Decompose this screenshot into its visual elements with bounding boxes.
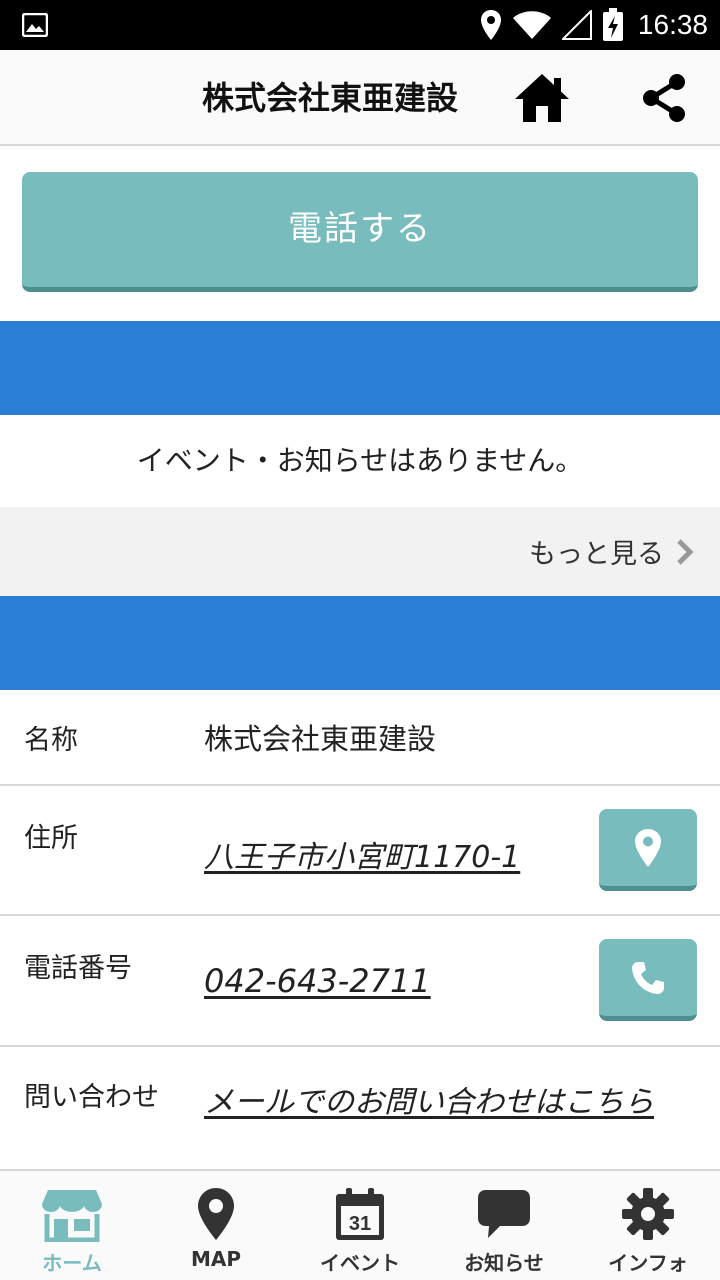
info-label: 名称 bbox=[24, 725, 78, 756]
gallery-notification-icon bbox=[22, 13, 48, 37]
nav-label: イベント bbox=[320, 1251, 400, 1275]
call-phone-button[interactable] bbox=[599, 939, 697, 1021]
company-name: 株式会社東亜建設 bbox=[204, 722, 437, 756]
calendar-day: 31 bbox=[349, 1213, 371, 1235]
event-empty-message: イベント・お知らせはありません。 bbox=[136, 444, 584, 477]
info-label: 住所 bbox=[24, 823, 78, 854]
status-bar: 16:38 bbox=[0, 0, 720, 50]
home-button[interactable] bbox=[510, 66, 574, 130]
info-label: 電話番号 bbox=[24, 953, 132, 984]
phone-link[interactable]: 042-643-2711 bbox=[204, 962, 431, 1000]
info-label: 問い合わせ bbox=[24, 1082, 159, 1113]
see-more-link[interactable]: もっと見る bbox=[529, 507, 694, 596]
nav-item-event[interactable]: 31 イベント bbox=[288, 1171, 432, 1280]
share-icon bbox=[643, 74, 685, 122]
nav-item-map[interactable]: MAP bbox=[144, 1171, 288, 1280]
nav-item-info[interactable]: インフォ bbox=[576, 1171, 720, 1280]
map-pin-icon bbox=[198, 1188, 234, 1240]
home-icon bbox=[515, 74, 569, 122]
email-contact-link[interactable]: メールでのお問い合わせはこちら bbox=[204, 1077, 654, 1121]
section-header-band bbox=[0, 596, 720, 690]
call-button[interactable]: 電話する bbox=[22, 172, 698, 292]
info-row-contact: 問い合わせ メールでのお問い合わせはこちら bbox=[0, 1047, 720, 1169]
open-map-button[interactable] bbox=[599, 809, 697, 891]
info-row-name: 名称 株式会社東亜建設 bbox=[0, 690, 720, 786]
battery-charging-icon bbox=[602, 8, 623, 41]
wifi-icon bbox=[512, 11, 551, 39]
address-link[interactable]: 八王子市小宮町1170-1 bbox=[204, 832, 520, 876]
status-time: 16:38 bbox=[637, 9, 708, 40]
nav-label: ホーム bbox=[42, 1251, 102, 1275]
section-header-band bbox=[0, 321, 720, 415]
location-icon bbox=[480, 10, 501, 40]
nav-label: お知らせ bbox=[464, 1251, 544, 1275]
nav-label: MAP bbox=[190, 1247, 242, 1271]
see-more-label: もっと見る bbox=[529, 539, 664, 570]
shop-icon bbox=[42, 1190, 102, 1242]
map-pin-icon bbox=[635, 828, 661, 867]
nav-item-news[interactable]: お知らせ bbox=[432, 1171, 576, 1280]
nav-item-home[interactable]: ホーム bbox=[0, 1171, 144, 1280]
bottom-nav: ホーム MAP 31 イベント お知らせ インフォ bbox=[0, 1169, 720, 1280]
chevron-right-icon bbox=[677, 538, 694, 565]
gear-icon bbox=[622, 1188, 674, 1240]
page-title: 株式会社東亜建設 bbox=[201, 79, 458, 117]
app-bar: 株式会社東亜建設 bbox=[0, 50, 720, 146]
cell-signal-icon bbox=[561, 10, 592, 40]
more-row: もっと見る bbox=[0, 507, 720, 596]
calendar-icon: 31 bbox=[336, 1188, 384, 1240]
speech-bubble-icon bbox=[478, 1190, 530, 1238]
phone-icon bbox=[632, 961, 664, 994]
share-button[interactable] bbox=[632, 66, 696, 130]
nav-label: インフォ bbox=[608, 1251, 688, 1275]
